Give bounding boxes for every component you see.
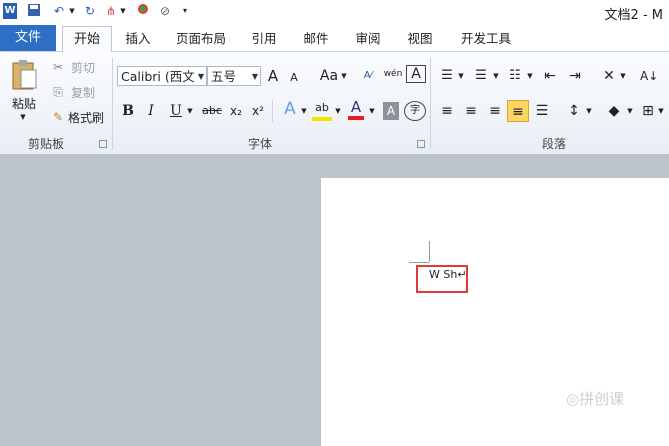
ribbon-tabs: 文件 开始 插入 页面布局 引用 邮件 审阅 视图 开发工具: [0, 24, 669, 52]
chevron-down-icon[interactable]: ▼: [186, 102, 194, 120]
group-separator: [430, 58, 431, 150]
clipboard-group-label: 剪贴板: [27, 137, 64, 151]
borders-icon[interactable]: ⊞: [640, 102, 656, 120]
justify-icon[interactable]: ≡: [507, 100, 529, 122]
font-name-value: Calibri (西文: [121, 69, 195, 84]
chevron-down-icon: ▼: [197, 72, 204, 81]
divider: [272, 100, 273, 122]
save-icon[interactable]: [26, 3, 42, 19]
customize-icon[interactable]: ▾: [180, 3, 190, 19]
tab-file[interactable]: 文件: [0, 25, 56, 51]
distributed-icon[interactable]: ☰: [533, 102, 551, 120]
chevron-down-icon[interactable]: ▼: [657, 102, 665, 120]
redo-icon[interactable]: ↻: [82, 3, 98, 19]
no-icon[interactable]: ⊘: [157, 3, 173, 19]
quick-access-toolbar: W ↶ ▼ ↻ ⋔ ▼ ⊘ ▾ 文档2 - M: [0, 0, 669, 24]
paste-dropdown-icon[interactable]: ▼: [18, 112, 28, 122]
chevron-down-icon[interactable]: ▼: [457, 67, 465, 85]
format-painter-button[interactable]: 格式刷: [66, 108, 106, 126]
font-color-button[interactable]: A: [348, 98, 364, 120]
bullets-icon[interactable]: ☰: [438, 67, 456, 85]
text-effects-icon[interactable]: A: [280, 100, 300, 118]
char-shading-button[interactable]: A: [383, 102, 399, 120]
cut-button[interactable]: 剪切: [68, 58, 98, 76]
highlight-box: [416, 265, 468, 293]
asian-layout-icon[interactable]: ✕: [599, 67, 619, 85]
font-size-value: 五号: [211, 69, 237, 84]
grow-font-icon[interactable]: A: [265, 67, 281, 85]
superscript-button[interactable]: x²: [249, 102, 267, 120]
group-separator: [112, 58, 113, 150]
multilevel-list-icon[interactable]: ☷: [506, 67, 524, 85]
clear-format-icon[interactable]: A⁄: [359, 67, 377, 85]
margin-marker: [409, 262, 429, 263]
copy-button[interactable]: 复制: [68, 83, 98, 101]
chevron-down-icon[interactable]: ▼: [368, 102, 376, 120]
chevron-down-icon[interactable]: ▼: [626, 102, 634, 120]
ribbon: 粘贴 ▼ ✂ 剪切 ⎘ 复制 ✎ 格式刷 剪贴板 Calibri (西文 ▼ 五号…: [0, 52, 669, 155]
tab-review[interactable]: 审阅: [350, 29, 386, 49]
chevron-down-icon[interactable]: ▼: [300, 102, 308, 120]
tab-mailings[interactable]: 邮件: [298, 29, 334, 49]
chevron-down-icon[interactable]: ▼: [526, 67, 534, 85]
italic-button[interactable]: I: [143, 102, 159, 120]
enclose-char-button[interactable]: 字: [404, 101, 426, 121]
tab-references[interactable]: 引用: [246, 29, 282, 49]
copy-icon: ⎘: [53, 84, 63, 99]
font-name-combo[interactable]: Calibri (西文 ▼: [117, 66, 207, 86]
margin-marker: [429, 241, 430, 262]
char-border-icon[interactable]: A: [406, 65, 426, 83]
numbering-icon[interactable]: ☰: [472, 67, 490, 85]
format-painter-icon: ✎: [52, 110, 64, 124]
clipboard-launcher-icon[interactable]: [99, 140, 107, 148]
underline-button[interactable]: U: [168, 102, 184, 120]
cut-icon: ✂: [52, 60, 64, 74]
undo-dropdown-icon[interactable]: ▼: [68, 3, 76, 19]
highlight-color-button[interactable]: ab: [312, 99, 332, 121]
chevron-down-icon[interactable]: ▼: [585, 102, 593, 120]
phonetic-guide-icon[interactable]: wén: [382, 65, 404, 83]
align-left-icon[interactable]: ≡: [438, 102, 456, 120]
align-center-icon[interactable]: ≡: [462, 102, 480, 120]
tab-view[interactable]: 视图: [402, 29, 438, 49]
chevron-down-icon: ▼: [251, 72, 258, 81]
shrink-font-icon[interactable]: A: [287, 69, 301, 87]
word-logo-icon[interactable]: W: [3, 3, 17, 19]
chevron-down-icon[interactable]: ▼: [619, 67, 627, 85]
color-icon[interactable]: [136, 3, 150, 19]
increase-indent-icon[interactable]: ⇥: [566, 67, 584, 85]
tab-layout[interactable]: 页面布局: [172, 29, 230, 49]
format-dropdown-icon[interactable]: ▼: [119, 3, 127, 19]
format-icon[interactable]: ⋔: [103, 3, 119, 19]
shading-icon[interactable]: ◆: [605, 102, 623, 120]
align-right-icon[interactable]: ≡: [486, 102, 504, 120]
subscript-button[interactable]: x₂: [227, 102, 245, 120]
font-group-label: 字体: [247, 137, 272, 151]
tab-insert[interactable]: 插入: [120, 29, 156, 49]
window-title: 文档2 - M: [604, 8, 663, 23]
chevron-down-icon[interactable]: ▼: [334, 102, 342, 120]
undo-icon[interactable]: ↶: [50, 3, 68, 19]
strikethrough-button[interactable]: abc: [200, 102, 224, 120]
sort-icon[interactable]: A↓: [640, 67, 658, 85]
line-spacing-icon[interactable]: ↕: [565, 102, 583, 120]
paste-label[interactable]: 粘贴: [6, 94, 42, 112]
change-case-icon[interactable]: Aa: [318, 67, 340, 85]
chevron-down-icon[interactable]: ▼: [492, 67, 500, 85]
font-launcher-icon[interactable]: [417, 140, 425, 148]
paragraph-group-label: 段落: [541, 137, 566, 151]
decrease-indent-icon[interactable]: ⇤: [541, 67, 559, 85]
tab-home[interactable]: 开始: [62, 26, 112, 52]
chevron-down-icon[interactable]: ▼: [340, 67, 348, 85]
paste-button[interactable]: [6, 56, 42, 92]
watermark: ◎拼创课: [566, 390, 625, 408]
font-size-combo[interactable]: 五号 ▼: [207, 66, 261, 86]
tab-developer[interactable]: 开发工具: [456, 29, 516, 49]
bold-button[interactable]: B: [120, 102, 136, 120]
